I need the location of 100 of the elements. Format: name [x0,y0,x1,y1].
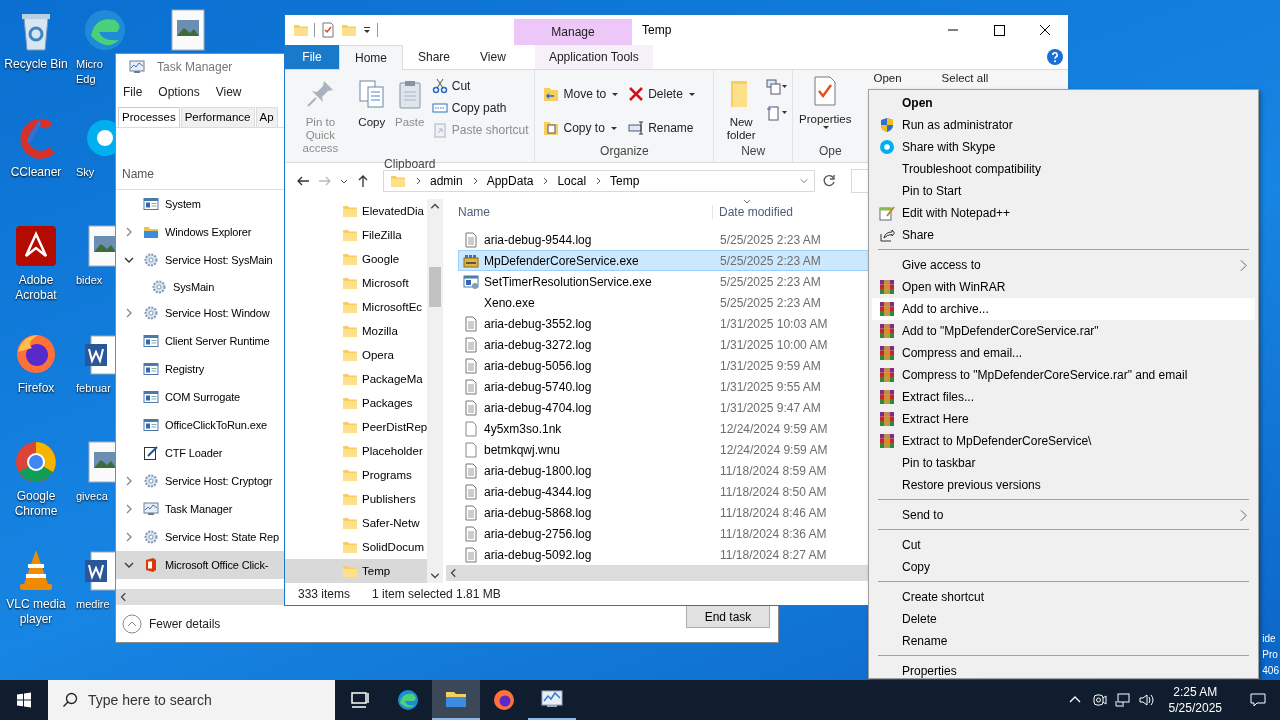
ribbon-tab[interactable]: Application Tools [534,45,653,69]
desktop-icon-label[interactable]: giveca [76,489,108,504]
menu-item[interactable]: Edit with Notepad++ [872,202,1255,224]
ribbon-button[interactable]: Select all [941,72,989,85]
menu-item[interactable]: Extract to MpDefenderCoreService\ [872,430,1255,452]
menu-item[interactable]: Extract Here [872,408,1255,430]
menu-item[interactable]: Pin to Start [872,180,1255,202]
menu-item[interactable]: Open [872,92,1255,114]
scrollbar-thumb[interactable] [429,267,442,307]
menu-item[interactable]: Options [158,84,200,99]
scroll-down-icon[interactable] [430,570,441,580]
chevron-right-icon[interactable] [124,532,134,542]
process-row[interactable]: Service Host: SysMain [116,246,284,274]
menu-item[interactable]: Delete [872,608,1255,630]
folder-tree-item[interactable]: Publishers [285,487,428,511]
desktop-icon-label[interactable]: februar [76,381,111,396]
folder-tree-item[interactable]: Temp [285,559,428,583]
folder-tree-item[interactable]: PackageMa [285,367,428,391]
chevron-down-icon[interactable] [124,560,134,570]
process-row[interactable]: Task Manager [116,495,284,523]
folder-tree-item[interactable]: Programs [285,463,428,487]
menu-item[interactable]: Share with Skype [872,136,1255,158]
process-row[interactable]: Client Server Runtime [116,327,284,355]
network-icon[interactable] [1114,692,1131,708]
menu-item[interactable]: Troubleshoot compatibility [872,158,1255,180]
fewer-details-link[interactable]: Fewer details [122,613,221,634]
process-row[interactable]: System [116,190,284,218]
tab[interactable]: Performance [180,106,255,127]
breadcrumb-chevron-icon[interactable] [541,177,550,185]
menu-item[interactable]: Compress to "MpDefenderCoreService.rar" and email [872,364,1255,386]
breadcrumb[interactable]: Temp [610,174,640,188]
breadcrumb-chevron-icon[interactable] [594,177,603,185]
folder-tree-item[interactable]: PeerDistRep [285,415,428,439]
folder-tree-item[interactable]: ElevatedDia [285,199,428,223]
menu-item[interactable]: Create shortcut [872,586,1255,608]
chevron-right-icon[interactable] [124,227,134,237]
menu-item[interactable]: Run as administrator [872,114,1255,136]
menu-item[interactable]: Open with WinRAR [872,276,1255,298]
menu-item[interactable]: Share [872,224,1255,246]
process-row[interactable]: Windows Explorer [116,218,284,246]
refresh-icon[interactable] [821,173,837,189]
process-row[interactable]: Service Host: Cryptogr [116,467,284,495]
menu-item[interactable]: Restore previous versions [872,474,1255,496]
ribbon-button[interactable]: Move to [539,83,623,105]
menu-item[interactable]: View [215,84,242,99]
menu-item[interactable]: Properties [872,660,1255,682]
ribbon-button[interactable]: Copy [353,73,390,157]
process-row[interactable]: COM Surrogate [116,383,284,411]
search-field[interactable]: Type here to search [48,680,335,720]
desktop-icon-label[interactable]: Micro Edg [76,57,115,87]
folder-tree-item[interactable]: SolidDocum [285,535,428,559]
ribbon-button[interactable]: Delete [624,83,699,105]
process-row[interactable]: OfficeClickToRun.exe [116,411,284,439]
process-row[interactable]: Service Host: Window [116,299,284,327]
breadcrumb[interactable]: Local [557,174,587,188]
chevron-down-icon[interactable] [124,255,134,265]
properties-button[interactable]: Properties [797,70,854,144]
new-folder-button[interactable]: New folder [718,73,764,144]
process-row[interactable]: SysMain [116,274,284,299]
desktop-icon-label[interactable]: Firefox [17,381,55,396]
folder-tree-item[interactable]: Mozilla [285,319,428,343]
desktop-icon-label[interactable]: medire [76,597,110,612]
menu-item[interactable]: Rename [872,630,1255,652]
folder-tree-item[interactable]: FileZilla [285,223,428,247]
chevron-right-icon[interactable] [124,504,134,514]
clock[interactable]: 2:25 AM 5/25/2025 [1168,684,1222,716]
folder-tree-item[interactable]: Packages [285,391,428,415]
properties-icon[interactable] [320,22,336,38]
speaker-icon[interactable] [1138,692,1155,708]
new-item-icon[interactable] [766,79,788,95]
column-header[interactable]: Name [122,167,154,182]
process-row[interactable]: Registry [116,355,284,383]
breadcrumb[interactable]: AppData [486,174,534,188]
chevron-right-icon[interactable] [124,308,134,318]
vertical-scrollbar[interactable] [427,199,444,583]
menu-item[interactable]: Cut [872,534,1255,556]
tab[interactable]: Processes [118,106,180,127]
process-row[interactable]: Microsoft Office Click- [116,551,284,579]
column-header[interactable]: Date modified [713,204,794,219]
menu-item[interactable]: Extract files... [872,386,1255,408]
process-row[interactable]: Service Host: State Rep [116,523,284,551]
breadcrumb[interactable]: admin [430,174,463,188]
taskbar-button[interactable] [432,680,480,720]
ribbon-button[interactable]: Copy to [539,117,623,139]
ribbon-button[interactable]: Copy path [429,98,531,118]
notifications-icon[interactable] [1250,692,1266,708]
file-tab[interactable]: File [285,45,339,69]
folder-tree-item[interactable]: Google [285,247,428,271]
menu-item[interactable]: File [123,84,143,99]
ribbon-button[interactable]: Open [873,72,902,85]
easy-access-icon[interactable] [766,105,788,121]
ribbon-tab[interactable]: Home [339,45,403,70]
customize-icon[interactable] [362,25,372,35]
ribbon-button[interactable]: Rename [624,117,699,139]
folder-tree-item[interactable]: Opera [285,343,428,367]
help-icon[interactable] [1047,49,1063,65]
menu-item[interactable]: Send to [872,504,1255,526]
desktop-icon-label[interactable]: Recycle Bin [4,57,68,72]
menu-item[interactable]: Copy [872,556,1255,578]
ribbon-tab[interactable]: View [465,45,521,69]
